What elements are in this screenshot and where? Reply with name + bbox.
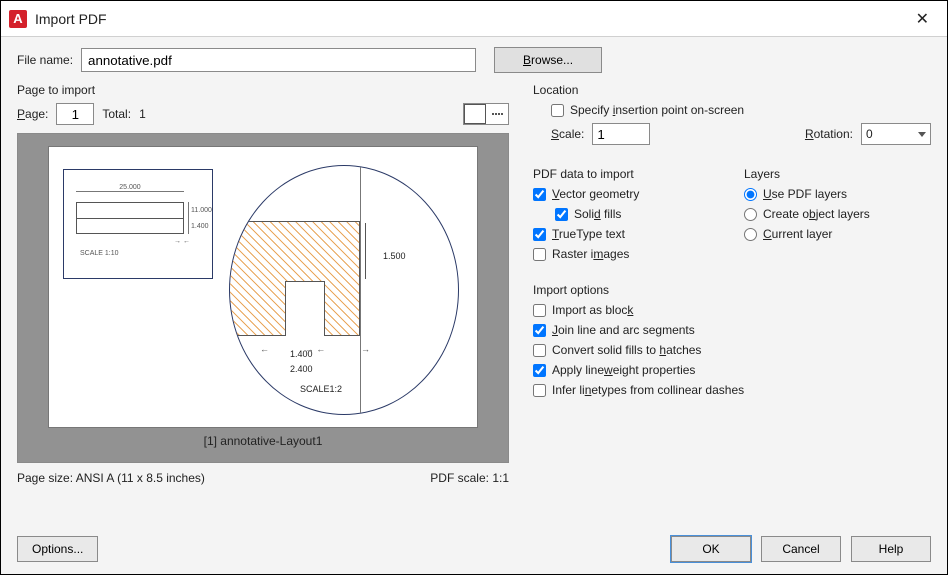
help-button[interactable]: Help — [851, 536, 931, 562]
page-input[interactable] — [56, 103, 94, 125]
pdf-scale-label: PDF scale: — [430, 471, 489, 485]
import-as-block-checkbox[interactable]: Import as block — [533, 303, 931, 317]
scale-input[interactable] — [592, 123, 650, 145]
rotation-label: Rotation: — [805, 127, 853, 141]
location-group: Location Specify insertion point on-scre… — [533, 83, 931, 151]
file-name-input[interactable] — [81, 48, 476, 72]
grid-view-icon[interactable] — [486, 104, 508, 124]
page-to-import-group: Page to import Page: Total: 1 25 — [17, 83, 509, 518]
vector-geometry-checkbox[interactable]: Vector geometry — [533, 187, 720, 201]
location-heading: Location — [533, 83, 931, 97]
preview-frame: 25.000 11.000 1.400 SCALE 1:10 → ← — [17, 133, 509, 463]
page-label: Page: — [17, 107, 48, 121]
options-button[interactable]: Options... — [17, 536, 98, 562]
page-size-label: Page size: — [17, 471, 73, 485]
page-to-import-heading: Page to import — [17, 83, 509, 97]
close-icon[interactable]: ✕ — [906, 5, 939, 33]
window-title: Import PDF — [35, 11, 906, 27]
ok-button[interactable]: OK — [671, 536, 751, 562]
page-row: Page: Total: 1 — [17, 103, 509, 125]
scale-rotation-row: Scale: Rotation: 0 — [551, 123, 931, 145]
cancel-button[interactable]: Cancel — [761, 536, 841, 562]
rotation-select[interactable]: 0 — [861, 123, 931, 145]
pdf-data-group: PDF data to import Vector geometry Solid… — [533, 167, 720, 267]
specify-insertion-input[interactable] — [551, 104, 564, 117]
file-name-label: File name: — [17, 53, 73, 67]
apply-lineweight-checkbox[interactable]: Apply lineweight properties — [533, 363, 931, 377]
solid-fills-checkbox[interactable]: Solid fills — [555, 207, 720, 221]
scale-label: Scale: — [551, 127, 584, 141]
preview-page[interactable]: 25.000 11.000 1.400 SCALE 1:10 → ← — [48, 146, 478, 428]
specify-insertion-checkbox[interactable]: Specify insertion point on-screen — [551, 103, 931, 117]
total-value: 1 — [139, 107, 146, 121]
file-row: File name: Browse... — [17, 47, 931, 73]
infer-linetypes-checkbox[interactable]: Infer linetypes from collinear dashes — [533, 383, 931, 397]
layers-group: Layers Use PDF layers Create object laye… — [744, 167, 931, 267]
dialog-body: File name: Browse... Page to import Page… — [1, 37, 947, 528]
import-options-group: Import options Import as block Join line… — [533, 283, 931, 403]
use-pdf-layers-radio[interactable]: Use PDF layers — [744, 187, 931, 201]
browse-button[interactable]: Browse... — [494, 47, 602, 73]
view-toggle — [463, 103, 509, 125]
mini-viewport: 25.000 11.000 1.400 SCALE 1:10 → ← — [63, 169, 213, 279]
raster-images-checkbox[interactable]: Raster images — [533, 247, 720, 261]
pdf-data-heading: PDF data to import — [533, 167, 720, 181]
main-columns: Page to import Page: Total: 1 25 — [17, 83, 931, 518]
single-page-icon[interactable] — [464, 104, 486, 124]
footer: Options... OK Cancel Help — [1, 528, 947, 574]
truetype-checkbox[interactable]: TrueType text — [533, 227, 720, 241]
convert-fills-checkbox[interactable]: Convert solid fills to hatches — [533, 343, 931, 357]
page-info-row: Page size: ANSI A (11 x 8.5 inches) PDF … — [17, 471, 509, 485]
detail-viewport: 1.500 ←→ ←→ 1.400 2.400 SCALE1:2 — [229, 165, 459, 415]
current-layer-radio[interactable]: Current layer — [744, 227, 931, 241]
app-icon: A — [9, 10, 27, 28]
page-size-value: ANSI A (11 x 8.5 inches) — [76, 471, 205, 485]
layers-heading: Layers — [744, 167, 931, 181]
right-column: Location Specify insertion point on-scre… — [533, 83, 931, 518]
import-options-heading: Import options — [533, 283, 931, 297]
create-object-layers-radio[interactable]: Create object layers — [744, 207, 931, 221]
chevron-down-icon — [918, 132, 926, 137]
titlebar: A Import PDF ✕ — [1, 1, 947, 37]
total-label: Total: — [102, 107, 131, 121]
preview-caption: [1] annotative-Layout1 — [204, 434, 323, 448]
pdf-scale-value: 1:1 — [492, 471, 509, 485]
dialog-window: A Import PDF ✕ File name: Browse... Page… — [0, 0, 948, 575]
join-segments-checkbox[interactable]: Join line and arc segments — [533, 323, 931, 337]
data-layers-row: PDF data to import Vector geometry Solid… — [533, 167, 931, 267]
